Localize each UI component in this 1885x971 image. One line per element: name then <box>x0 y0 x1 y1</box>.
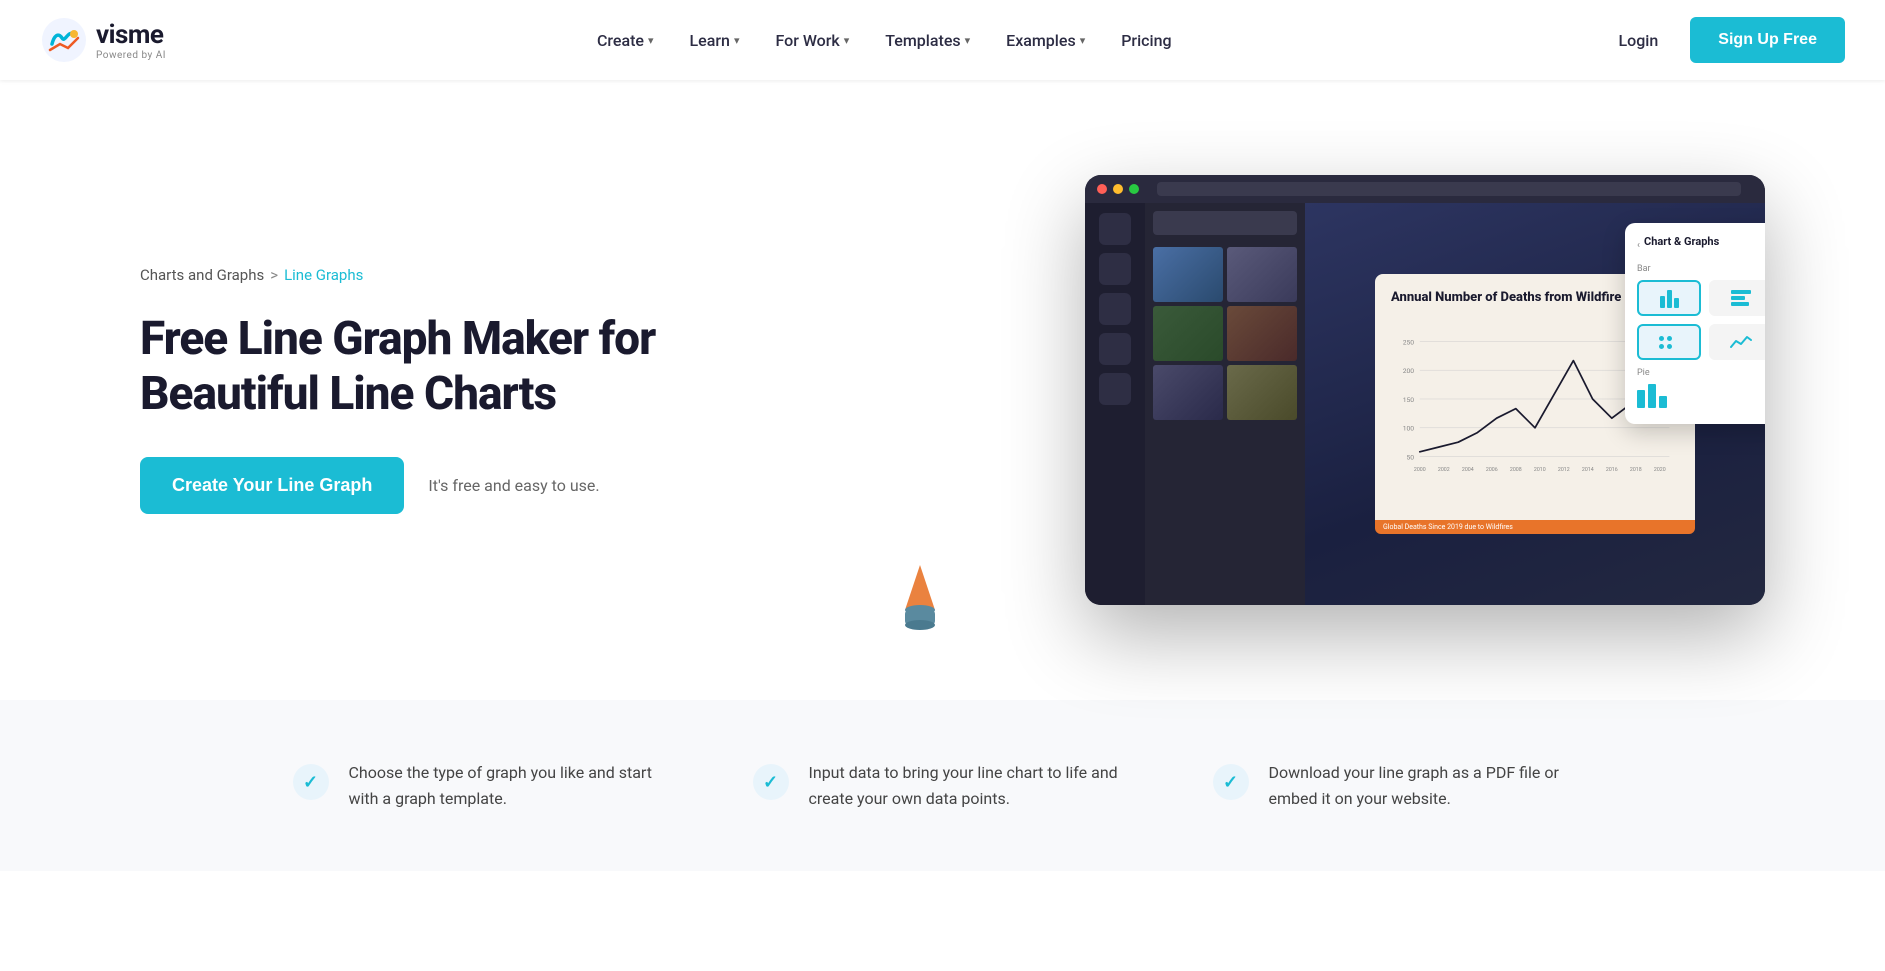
login-button[interactable]: Login <box>1603 23 1675 58</box>
asset-search <box>1153 211 1297 235</box>
checkmark-icon-2: ✓ <box>763 772 778 793</box>
chart-footer: Global Deaths Since 2019 due to Wildfire… <box>1375 520 1695 534</box>
hero-illustration: Annual Number of Deaths from Wildfire <box>700 165 1765 615</box>
chevron-down-icon: ▾ <box>648 34 654 47</box>
asset-thumb <box>1153 247 1223 302</box>
hbar-chart-icon-btn[interactable] <box>1709 280 1765 316</box>
asset-thumb <box>1227 247 1297 302</box>
svg-text:200: 200 <box>1403 367 1415 375</box>
chevron-down-icon: ▾ <box>734 34 740 47</box>
svg-text:2004: 2004 <box>1462 467 1474 473</box>
nav-forwork[interactable]: For Work ▾ <box>759 23 865 58</box>
logo-sub: Powered by AI <box>96 50 166 61</box>
hero-section: Charts and Graphs > Line Graphs Free Lin… <box>0 80 1885 700</box>
laptop-mockup: Annual Number of Deaths from Wildfire <box>1085 175 1765 605</box>
feature-check-2: ✓ <box>753 764 789 800</box>
nav-learn[interactable]: Learn ▾ <box>674 23 756 58</box>
nav-pricing[interactable]: Pricing <box>1105 23 1187 58</box>
chart-panel-overlay: ‹ Chart & Graphs Bar <box>1625 223 1765 424</box>
svg-text:2006: 2006 <box>1486 467 1498 473</box>
svg-text:2002: 2002 <box>1438 467 1450 473</box>
checkmark-icon-3: ✓ <box>1223 772 1238 793</box>
hero-content: Charts and Graphs > Line Graphs Free Lin… <box>140 266 700 514</box>
decorative-lamp <box>880 555 960 635</box>
url-bar <box>1157 182 1741 196</box>
app-sidebar <box>1085 203 1145 605</box>
svg-text:100: 100 <box>1403 425 1415 433</box>
cta-button[interactable]: Create Your Line Graph <box>140 457 404 514</box>
svg-text:150: 150 <box>1403 396 1415 404</box>
hbar-chart-icon <box>1731 290 1751 306</box>
canvas-area: Annual Number of Deaths from Wildfire <box>1305 203 1765 605</box>
scatter-chart-icon-btn[interactable] <box>1637 324 1701 360</box>
close-dot <box>1097 184 1107 194</box>
titlebar <box>1085 175 1765 203</box>
svg-text:250: 250 <box>1403 338 1415 346</box>
svg-text:2010: 2010 <box>1534 467 1546 473</box>
line-chart-icon-btn[interactable] <box>1709 324 1765 360</box>
sidebar-icon <box>1099 213 1131 245</box>
feature-text-3: Download your line graph as a PDF file o… <box>1269 760 1593 811</box>
asset-thumb <box>1227 365 1297 420</box>
feature-item-3: ✓ Download your line graph as a PDF file… <box>1213 760 1593 811</box>
bar-chart-icon-btn[interactable] <box>1637 280 1701 316</box>
svg-text:2020: 2020 <box>1654 467 1666 473</box>
feature-item-1: ✓ Choose the type of graph you like and … <box>293 760 673 811</box>
breadcrumb-separator: > <box>270 266 278 284</box>
nav-templates[interactable]: Templates ▾ <box>869 23 986 58</box>
logo-text: visme Powered by AI <box>96 20 166 61</box>
bar-chart-icon <box>1660 288 1679 308</box>
logo-name: visme <box>96 20 166 50</box>
chevron-down-icon: ▾ <box>1080 34 1086 47</box>
bottom-chart-bars <box>1637 384 1765 412</box>
feature-check-1: ✓ <box>293 764 329 800</box>
panel-bar-label: Bar <box>1637 264 1765 274</box>
nav-links: Create ▾ Learn ▾ For Work ▾ Templates ▾ … <box>581 23 1188 58</box>
feature-check-3: ✓ <box>1213 764 1249 800</box>
breadcrumb: Charts and Graphs > Line Graphs <box>140 266 700 284</box>
svg-text:2016: 2016 <box>1606 467 1618 473</box>
feature-text-2: Input data to bring your line chart to l… <box>809 760 1133 811</box>
cta-note: It's free and easy to use. <box>428 476 599 495</box>
asset-panel <box>1145 203 1305 605</box>
sidebar-icon <box>1099 253 1131 285</box>
scatter-chart-icon <box>1659 336 1679 349</box>
hero-title: Free Line Graph Maker for Beautiful Line… <box>140 312 700 421</box>
svg-text:2014: 2014 <box>1582 467 1594 473</box>
nav-create[interactable]: Create ▾ <box>581 23 670 58</box>
breadcrumb-parent[interactable]: Charts and Graphs <box>140 266 264 284</box>
checkmark-icon-1: ✓ <box>303 772 318 793</box>
panel-pie-label: Pie <box>1637 368 1765 378</box>
nav-examples[interactable]: Examples ▾ <box>990 23 1101 58</box>
asset-grid <box>1145 243 1305 424</box>
hero-cta-area: Create Your Line Graph It's free and eas… <box>140 457 700 514</box>
svg-text:2008: 2008 <box>1510 467 1522 473</box>
signup-button[interactable]: Sign Up Free <box>1690 17 1845 63</box>
line-chart-small-icon <box>1729 333 1753 351</box>
feature-item-2: ✓ Input data to bring your line chart to… <box>753 760 1133 811</box>
svg-text:2000: 2000 <box>1414 467 1426 473</box>
nav-right: Login Sign Up Free <box>1603 17 1845 63</box>
chart-icon-grid <box>1637 280 1765 360</box>
logo-icon <box>40 16 88 64</box>
svg-text:2018: 2018 <box>1630 467 1642 473</box>
sidebar-icon <box>1099 293 1131 325</box>
asset-thumb <box>1227 306 1297 361</box>
sidebar-icon <box>1099 373 1131 405</box>
svg-text:50: 50 <box>1406 453 1414 461</box>
asset-thumb <box>1153 365 1223 420</box>
chevron-down-icon: ▾ <box>965 34 971 47</box>
laptop-content: Annual Number of Deaths from Wildfire <box>1085 203 1765 605</box>
breadcrumb-current: Line Graphs <box>284 266 363 284</box>
feature-text-1: Choose the type of graph you like and st… <box>349 760 673 811</box>
svg-text:2012: 2012 <box>1558 467 1570 473</box>
features-section: ✓ Choose the type of graph you like and … <box>0 700 1885 871</box>
asset-thumb <box>1153 306 1223 361</box>
sidebar-icon <box>1099 333 1131 365</box>
chevron-down-icon: ▾ <box>844 34 850 47</box>
minimize-dot <box>1113 184 1123 194</box>
logo[interactable]: visme Powered by AI <box>40 16 166 64</box>
expand-dot <box>1129 184 1139 194</box>
navbar: visme Powered by AI Create ▾ Learn ▾ For… <box>0 0 1885 80</box>
